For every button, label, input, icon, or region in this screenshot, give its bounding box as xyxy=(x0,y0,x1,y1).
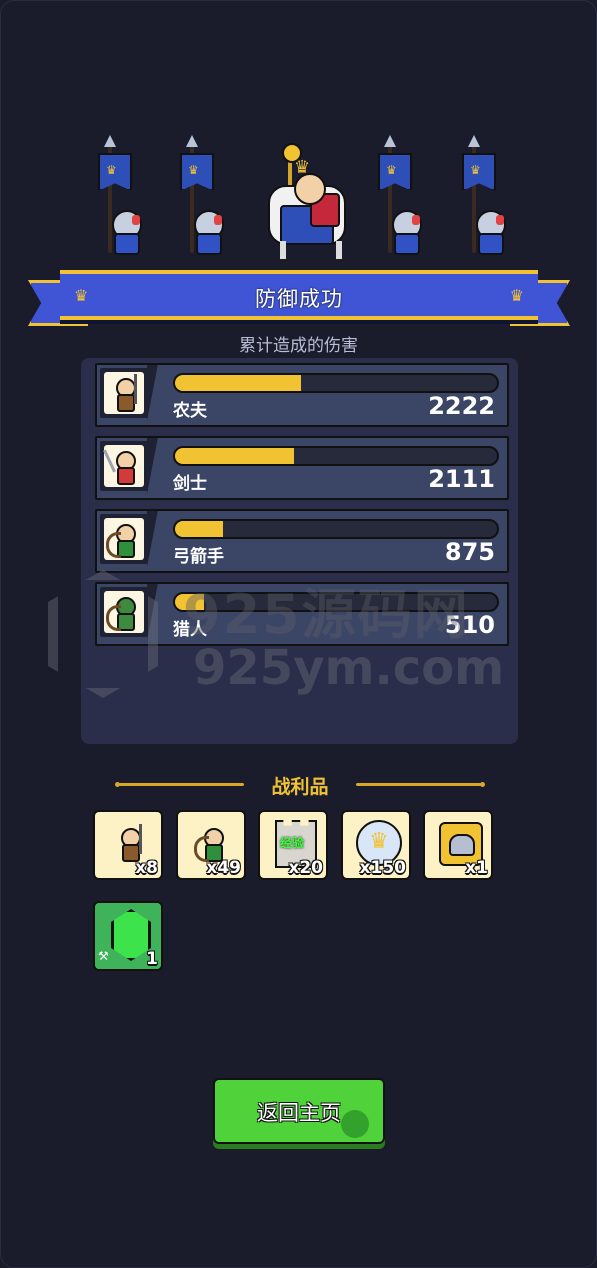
ribbon-body: ♛ 防御成功 ♛ xyxy=(60,270,538,320)
loot-count: 1 xyxy=(146,949,158,969)
farmer-icon xyxy=(104,372,144,414)
damage-subtitle: 累计造成的伤害 xyxy=(239,336,358,356)
loot-item-archer[interactable]: x49 xyxy=(176,810,246,880)
portrait-frame xyxy=(100,514,148,564)
experience-label: 经验 xyxy=(280,836,305,850)
crown-icon: ♛ xyxy=(509,286,524,305)
damage-bar-fill xyxy=(175,448,295,464)
damage-panel: 农夫 2222 剑士 2111 弓箭手 875 猎人 510 xyxy=(81,358,518,744)
unit-name: 剑士 xyxy=(173,474,207,494)
swordsman-icon xyxy=(103,445,144,487)
loot-count: x20 xyxy=(288,858,323,878)
loot-count: x1 xyxy=(465,858,488,878)
damage-value: 510 xyxy=(444,611,495,639)
divider xyxy=(356,783,481,786)
banner-soldier-icon: ♛ xyxy=(90,135,150,265)
loot-item-emerald[interactable]: ⚒ 1 xyxy=(93,901,163,971)
loot-count: x49 xyxy=(206,858,241,878)
damage-value: 875 xyxy=(444,538,495,566)
king-on-horse-icon: ♛ xyxy=(250,143,350,265)
damage-row-archer: 弓箭手 875 xyxy=(95,509,509,573)
damage-bar xyxy=(173,373,499,393)
banner-soldier-icon: ♛ xyxy=(370,135,430,265)
hunter-icon xyxy=(104,591,144,633)
loot-item-crown-coin[interactable]: ♛ x150 xyxy=(341,810,411,880)
return-home-button[interactable]: 返回主页 xyxy=(213,1078,385,1144)
damage-bar-fill xyxy=(175,521,224,537)
page-title: 防御成功 xyxy=(255,287,343,311)
army-illustration: ♛ ♛ ♛ ♛ ♛ xyxy=(90,135,510,265)
title-ribbon: ♛ 防御成功 ♛ xyxy=(28,270,570,332)
loot-count: x150 xyxy=(359,858,406,878)
touch-indicator xyxy=(341,1110,369,1138)
damage-bar xyxy=(173,446,499,466)
damage-bar xyxy=(173,519,499,539)
loot-item-farmer[interactable]: x8 xyxy=(93,810,163,880)
damage-value: 2111 xyxy=(428,465,495,493)
loot-header: 战利品 xyxy=(115,770,485,798)
damage-bar-fill xyxy=(175,375,301,391)
unit-name: 猎人 xyxy=(173,620,207,640)
unit-name: 农夫 xyxy=(173,401,207,421)
damage-bar-fill xyxy=(175,594,204,610)
portrait-frame xyxy=(100,368,148,418)
portrait-frame xyxy=(100,441,148,491)
unit-name: 弓箭手 xyxy=(173,547,224,567)
banner-soldier-icon: ♛ xyxy=(172,135,232,265)
loot-item-helmet[interactable]: x1 xyxy=(423,810,493,880)
archer-icon xyxy=(104,518,144,560)
damage-value: 2222 xyxy=(428,392,495,420)
emerald-gem-icon xyxy=(111,909,151,961)
portrait-frame xyxy=(100,587,148,637)
banner-soldier-icon: ♛ xyxy=(454,135,514,265)
damage-row-swordsman: 剑士 2111 xyxy=(95,436,509,500)
damage-row-hunter: 猎人 510 xyxy=(95,582,509,646)
anvil-icon: ⚒ xyxy=(98,949,109,963)
loot-item-experience[interactable]: 经验 x20 xyxy=(258,810,328,880)
damage-bar xyxy=(173,592,499,612)
damage-row-farmer: 农夫 2222 xyxy=(95,363,509,427)
loot-count: x8 xyxy=(135,858,158,878)
